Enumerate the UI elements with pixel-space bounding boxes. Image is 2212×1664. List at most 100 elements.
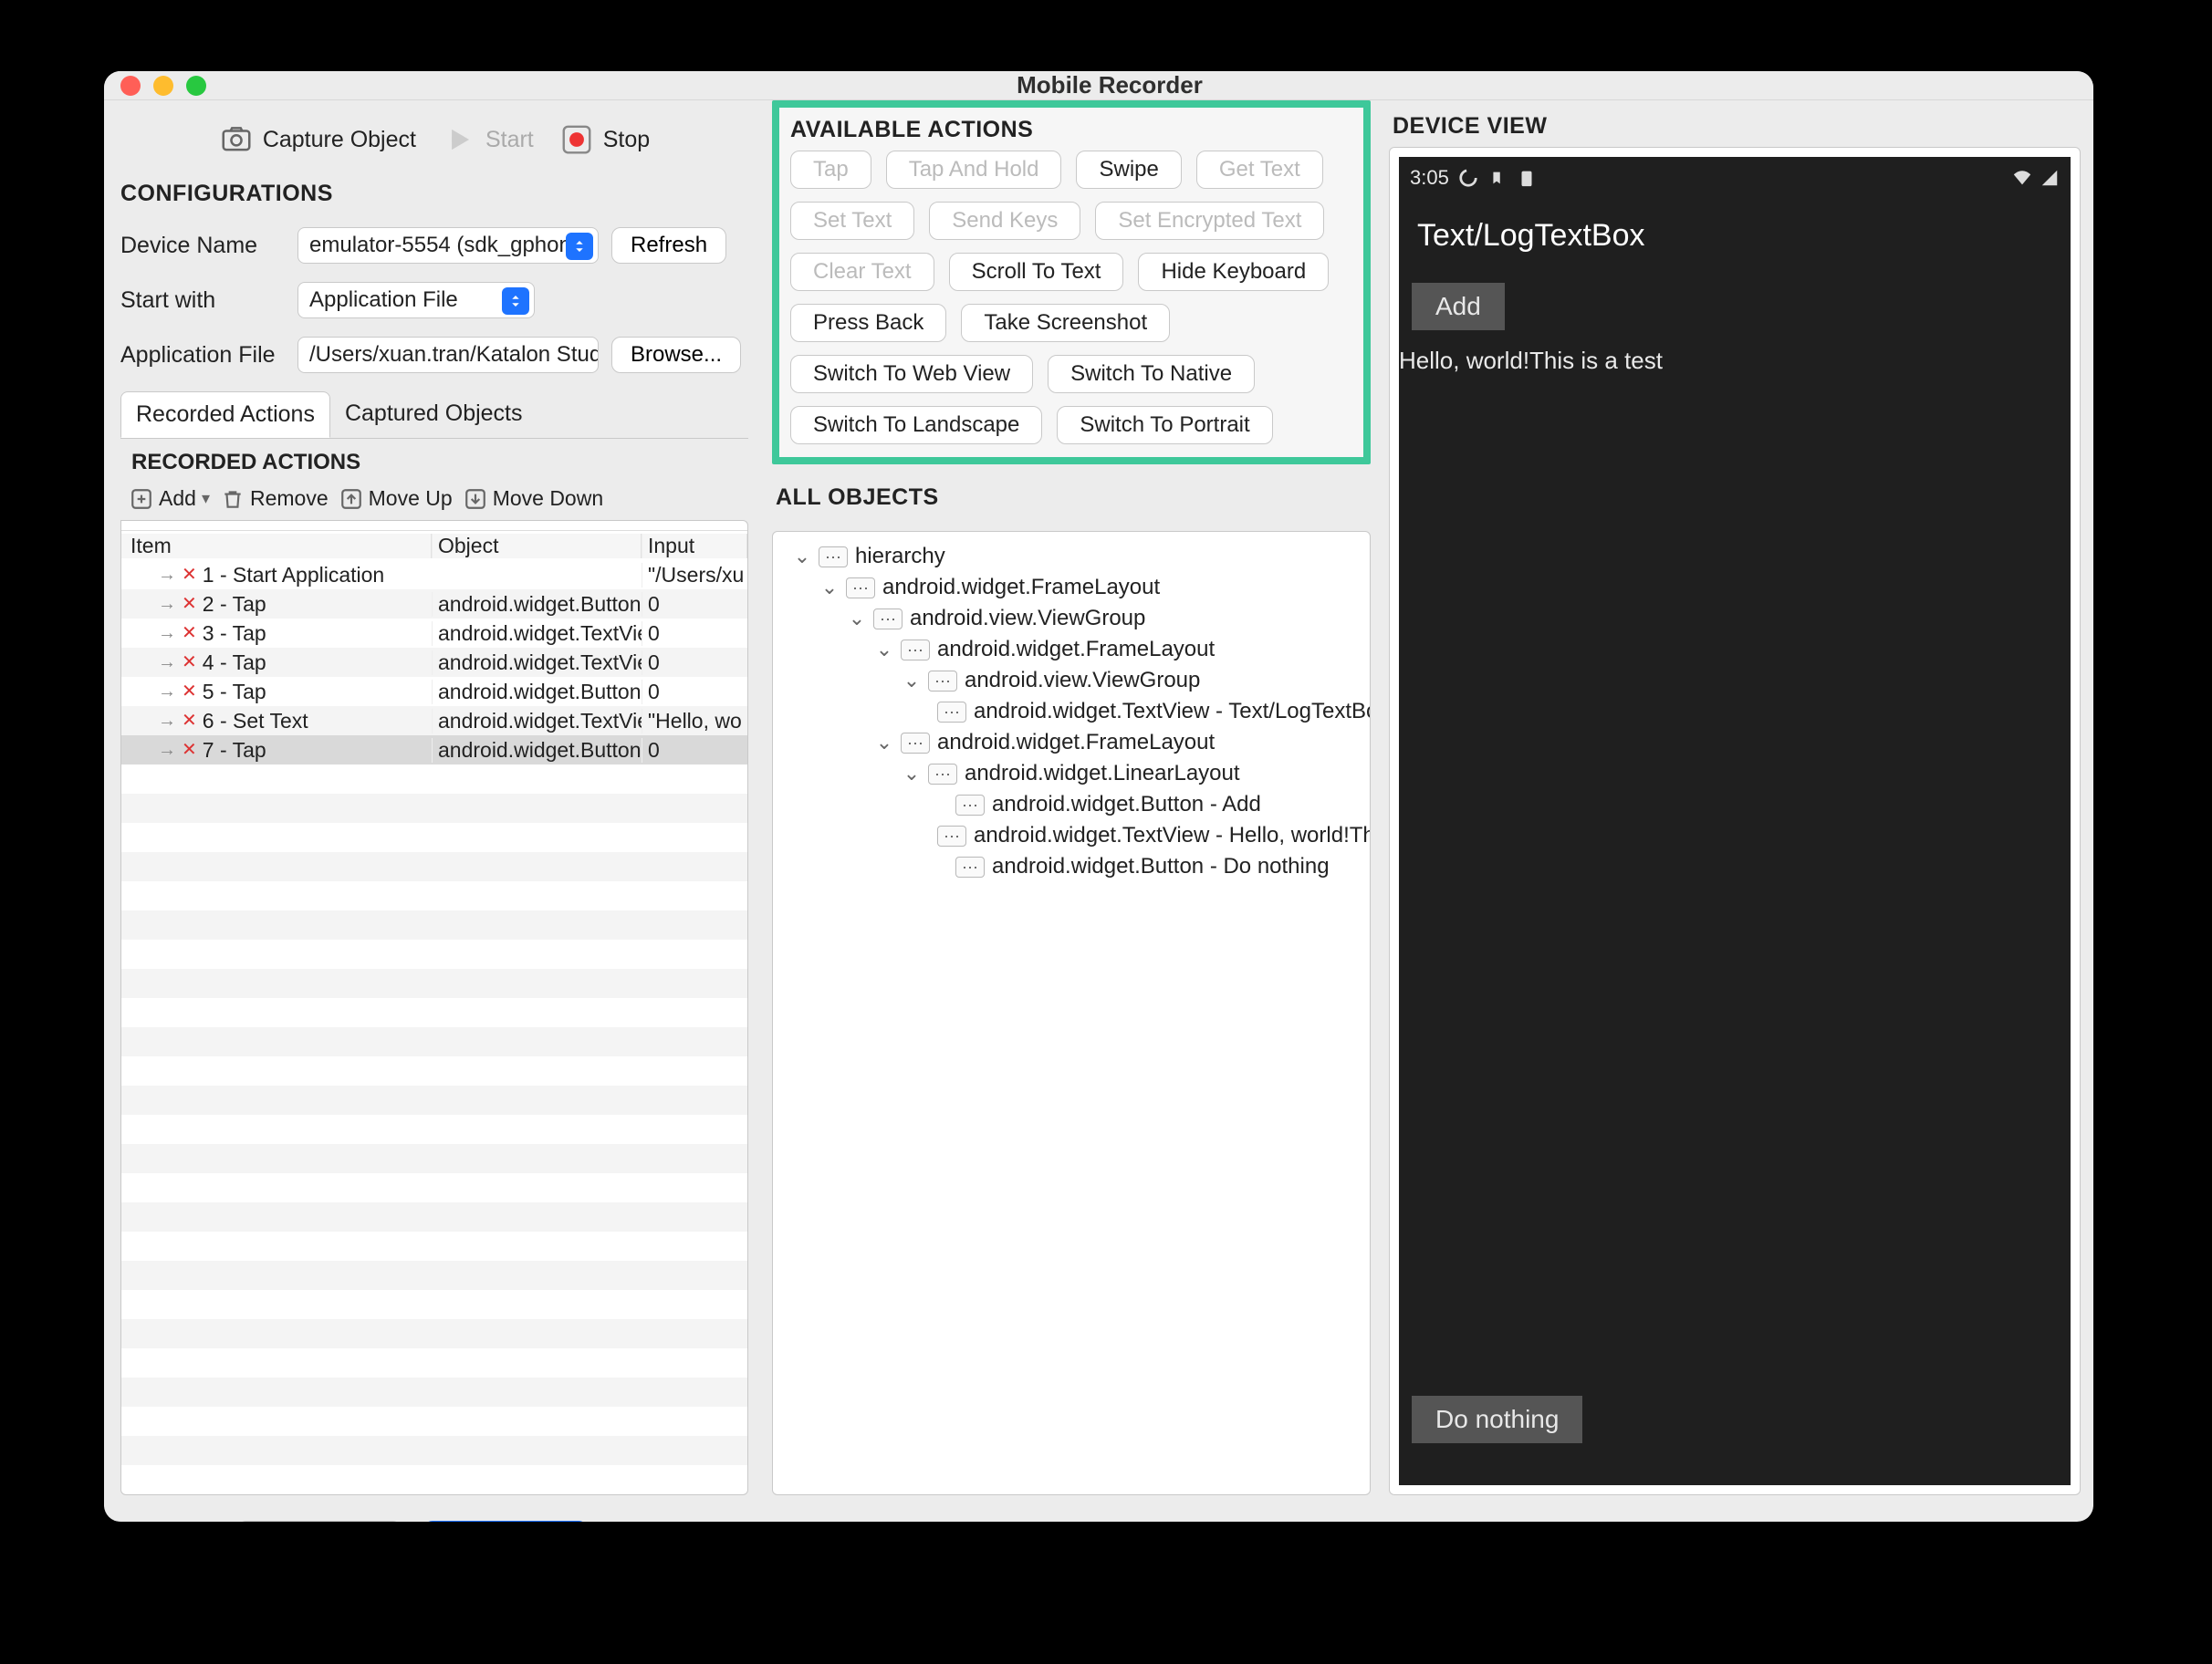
device-do-nothing-button[interactable]: Do nothing bbox=[1412, 1396, 1582, 1443]
table-row bbox=[121, 1027, 747, 1056]
node-badge-icon: ··· bbox=[928, 671, 957, 692]
row-item: 7 - Tap bbox=[203, 738, 266, 763]
action-press-back[interactable]: Press Back bbox=[790, 304, 946, 342]
battery-icon bbox=[1517, 168, 1537, 188]
table-row[interactable]: →✕4 - Tapandroid.widget.TextVie0 bbox=[121, 648, 747, 677]
camera-icon bbox=[219, 122, 254, 157]
all-objects-header: ALL OBJECTS bbox=[776, 484, 1371, 511]
action-tap-and-hold: Tap And Hold bbox=[886, 151, 1062, 189]
all-objects-tree[interactable]: ⌄···hierarchy⌄···android.widget.FrameLay… bbox=[772, 531, 1371, 1495]
table-row[interactable]: →✕2 - Tapandroid.widget.Button0 bbox=[121, 589, 747, 619]
stop-button[interactable]: Stop bbox=[559, 122, 650, 157]
device-name-value: emulator-5554 (sdk_gphone bbox=[309, 233, 583, 258]
start-with-select[interactable]: Application File bbox=[297, 282, 535, 318]
chevron-down-icon[interactable]: ⌄ bbox=[875, 731, 893, 754]
chevron-down-icon[interactable]: ⌄ bbox=[820, 576, 839, 599]
action-hide-keyboard[interactable]: Hide Keyboard bbox=[1138, 253, 1329, 291]
action-switch-to-landscape[interactable]: Switch To Landscape bbox=[790, 406, 1042, 444]
tree-node-label: android.widget.FrameLayout bbox=[937, 637, 1215, 662]
node-badge-icon: ··· bbox=[873, 608, 903, 629]
tree-node[interactable]: ···android.widget.TextView - Hello, worl… bbox=[930, 820, 1357, 851]
table-row[interactable]: →✕1 - Start Application"/Users/xu bbox=[121, 560, 747, 589]
record-stop-icon bbox=[559, 122, 594, 157]
action-swipe[interactable]: Swipe bbox=[1076, 151, 1181, 189]
table-row bbox=[121, 1202, 747, 1232]
remove-action-button[interactable]: Remove bbox=[221, 486, 329, 511]
save-script-button[interactable]: Save Script bbox=[423, 1521, 588, 1522]
col-item[interactable]: Item bbox=[121, 534, 432, 558]
capture-object-label: Capture Object bbox=[263, 127, 416, 153]
available-actions-header: AVAILABLE ACTIONS bbox=[790, 117, 1352, 143]
table-row[interactable]: →✕6 - Set Textandroid.widget.TextVie"Hel… bbox=[121, 706, 747, 735]
zoom-window-button[interactable] bbox=[186, 76, 206, 96]
arrow-right-icon: → bbox=[158, 623, 176, 644]
tab-recorded-actions[interactable]: Recorded Actions bbox=[120, 391, 330, 438]
table-row[interactable]: →✕3 - Tapandroid.widget.TextVie0 bbox=[121, 619, 747, 648]
chevron-down-icon[interactable]: ⌄ bbox=[903, 669, 921, 692]
table-row bbox=[121, 1407, 747, 1436]
table-row bbox=[121, 823, 747, 852]
table-row[interactable]: →✕5 - Tapandroid.widget.Button0 bbox=[121, 677, 747, 706]
footer: ? Cancel Save Script bbox=[104, 1508, 2093, 1522]
tree-node[interactable]: ⌄···android.widget.FrameLayout bbox=[875, 634, 1357, 665]
device-status-bar: 3:05 bbox=[1399, 157, 2071, 199]
arrow-right-icon: → bbox=[158, 652, 176, 673]
tree-node[interactable]: ⌄···android.view.ViewGroup bbox=[848, 603, 1357, 634]
tab-captured-objects[interactable]: Captured Objects bbox=[330, 391, 537, 438]
add-action-button[interactable]: Add ▾ bbox=[130, 486, 210, 511]
arrow-right-icon: → bbox=[158, 681, 176, 702]
col-input[interactable]: Input bbox=[642, 534, 747, 558]
node-badge-icon: ··· bbox=[901, 733, 930, 754]
device-add-button[interactable]: Add bbox=[1412, 283, 1505, 330]
tree-node[interactable]: ···android.widget.TextView - Text/LogTex… bbox=[930, 696, 1357, 727]
node-badge-icon: ··· bbox=[937, 826, 966, 847]
start-button[interactable]: Start bbox=[442, 122, 534, 157]
recorded-actions-table: Item Object Input →✕1 - Start Applicatio… bbox=[121, 530, 747, 1494]
tree-node[interactable]: ⌄···android.view.ViewGroup bbox=[903, 665, 1357, 696]
cancel-button[interactable]: Cancel bbox=[237, 1521, 402, 1522]
table-row bbox=[121, 1086, 747, 1115]
application-file-input[interactable]: /Users/xuan.tran/Katalon Studio bbox=[297, 337, 599, 373]
chevron-down-icon[interactable]: ⌄ bbox=[903, 762, 921, 785]
minimize-window-button[interactable] bbox=[153, 76, 173, 96]
move-down-button[interactable]: Move Down bbox=[464, 486, 603, 511]
action-switch-to-web-view[interactable]: Switch To Web View bbox=[790, 355, 1033, 393]
tree-node[interactable]: ⌄···android.widget.FrameLayout bbox=[820, 572, 1357, 603]
close-window-button[interactable] bbox=[120, 76, 141, 96]
device-time: 3:05 bbox=[1410, 166, 1449, 190]
chevron-down-icon[interactable]: ⌄ bbox=[875, 638, 893, 661]
recorded-actions-toolbar: Add ▾ Remove Move Up Move Down bbox=[120, 481, 748, 520]
tree-node[interactable]: ⌄···hierarchy bbox=[793, 541, 1357, 572]
action-scroll-to-text[interactable]: Scroll To Text bbox=[949, 253, 1124, 291]
start-label: Start bbox=[485, 127, 534, 153]
row-item: 4 - Tap bbox=[203, 650, 266, 675]
row-object: android.widget.TextVie bbox=[432, 709, 642, 733]
row-input: "Hello, wo bbox=[642, 709, 747, 733]
window-title: Mobile Recorder bbox=[206, 71, 2013, 99]
action-set-encrypted-text: Set Encrypted Text bbox=[1095, 202, 1324, 240]
table-row[interactable]: →✕7 - Tapandroid.widget.Button0 bbox=[121, 735, 747, 764]
tree-node[interactable]: ···android.widget.Button - Add bbox=[930, 789, 1357, 820]
action-switch-to-portrait[interactable]: Switch To Portrait bbox=[1057, 406, 1272, 444]
tree-node[interactable]: ···android.widget.Button - Do nothing bbox=[930, 851, 1357, 882]
action-take-screenshot[interactable]: Take Screenshot bbox=[961, 304, 1170, 342]
col-object[interactable]: Object bbox=[432, 534, 642, 558]
wifi-icon bbox=[2012, 168, 2032, 188]
browse-button[interactable]: Browse... bbox=[611, 337, 741, 373]
stop-label: Stop bbox=[603, 127, 650, 153]
device-name-select[interactable]: emulator-5554 (sdk_gphone bbox=[297, 227, 599, 264]
tree-node[interactable]: ⌄···android.widget.LinearLayout bbox=[903, 758, 1357, 789]
tree-node[interactable]: ⌄···android.widget.FrameLayout bbox=[875, 727, 1357, 758]
table-row bbox=[121, 794, 747, 823]
chevron-down-icon bbox=[566, 233, 593, 260]
node-badge-icon: ··· bbox=[819, 546, 848, 567]
table-row bbox=[121, 1173, 747, 1202]
capture-object-button[interactable]: Capture Object bbox=[219, 122, 416, 157]
chevron-down-icon[interactable]: ⌄ bbox=[848, 607, 866, 630]
action-set-text: Set Text bbox=[790, 202, 914, 240]
move-up-button[interactable]: Move Up bbox=[339, 486, 453, 511]
refresh-button[interactable]: Refresh bbox=[611, 227, 726, 264]
chevron-down-icon: ▾ bbox=[202, 489, 210, 508]
action-switch-to-native[interactable]: Switch To Native bbox=[1048, 355, 1255, 393]
chevron-down-icon[interactable]: ⌄ bbox=[793, 545, 811, 568]
